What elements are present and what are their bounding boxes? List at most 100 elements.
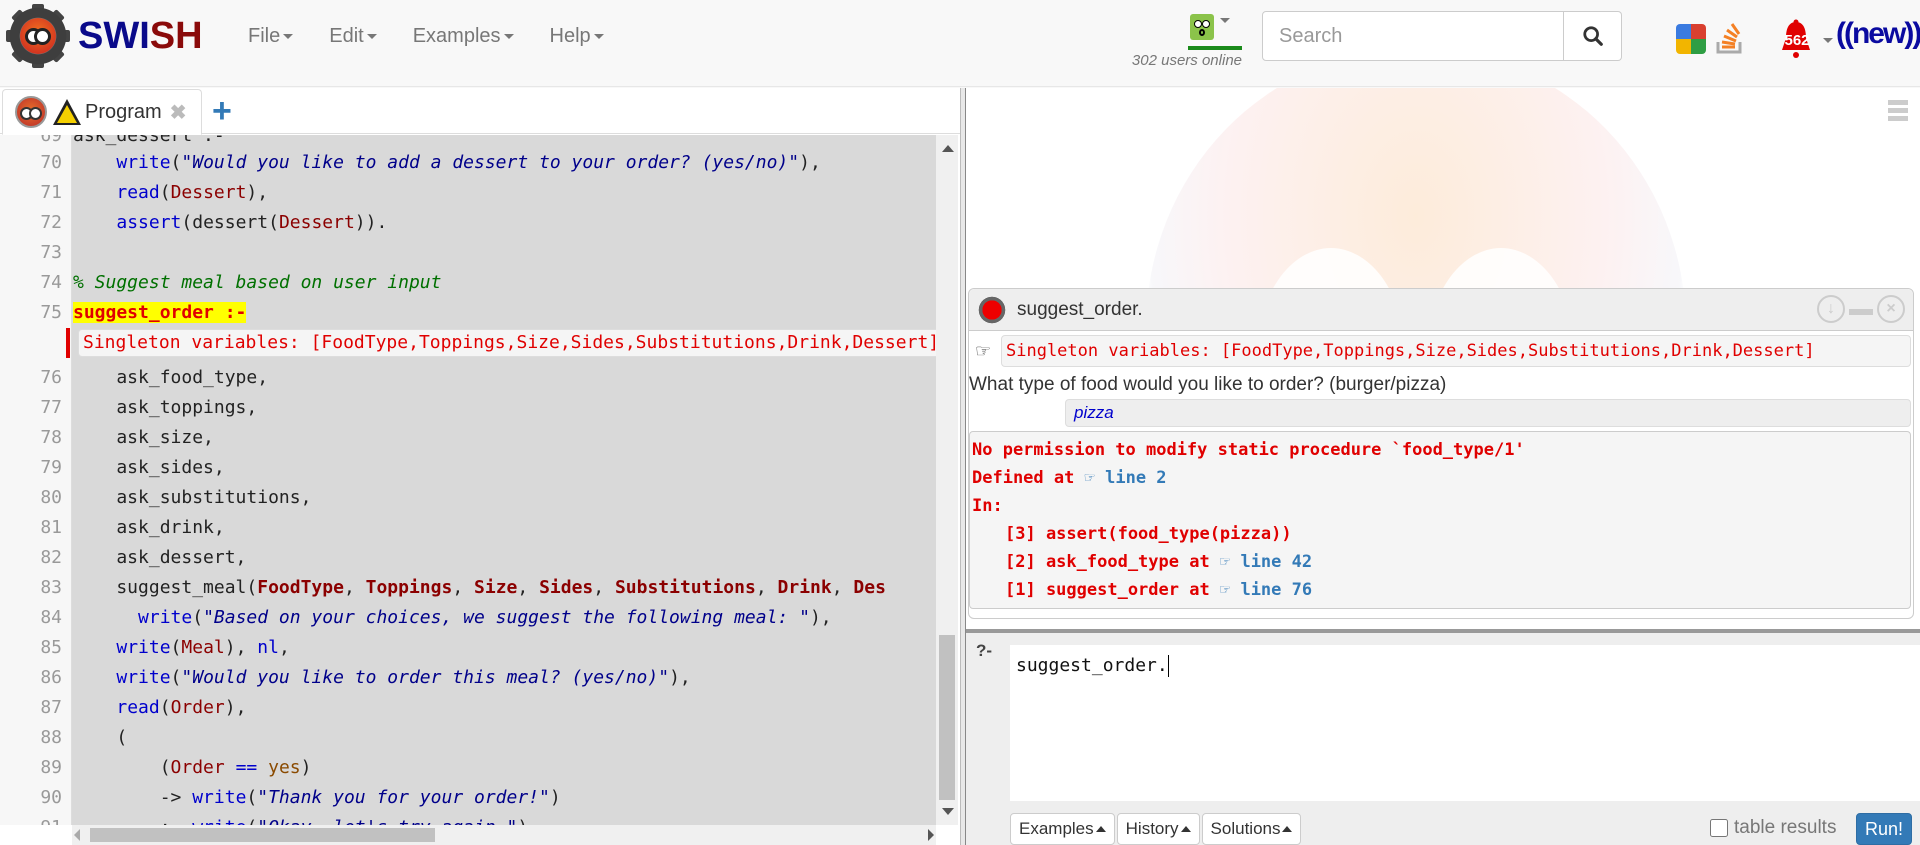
- code-text: ask_size,: [73, 427, 214, 448]
- text-cursor: [1167, 655, 1169, 677]
- singleton-warning: Singleton variables: [FoodType,Toppings,…: [1001, 335, 1911, 367]
- code-text: suggest_order :-: [73, 302, 247, 323]
- line-number: 74: [40, 272, 62, 293]
- download-icon[interactable]: ↓: [1817, 295, 1845, 323]
- editor-vertical-scrollbar[interactable]: [936, 135, 958, 825]
- line-number: 71: [40, 182, 62, 203]
- line-number: 86: [40, 667, 62, 688]
- caret-down-icon: [593, 33, 604, 39]
- tab-bar: Program ✖ +: [0, 88, 960, 135]
- tab-program[interactable]: Program ✖: [2, 89, 202, 135]
- owl-icon: [15, 96, 47, 128]
- code-text: assert(dessert(Dessert)).: [116, 212, 388, 233]
- code-line: 90 -> write("Thank you for your order!"): [0, 783, 940, 813]
- pointing-hand-icon: ☞: [1219, 580, 1231, 600]
- scroll-left-icon[interactable]: [74, 829, 80, 841]
- line-number: 80: [40, 487, 62, 508]
- answer-controls: ↓ ×: [1817, 295, 1905, 323]
- caret-down-icon[interactable]: [1823, 38, 1833, 43]
- scroll-right-icon[interactable]: [928, 829, 934, 841]
- code-text: ask_food_type,: [73, 367, 269, 388]
- add-tab-button[interactable]: +: [212, 94, 232, 128]
- code-line: 89 (Order == yes): [0, 753, 940, 783]
- swish-brand[interactable]: SWISH: [6, 4, 203, 68]
- code-editor[interactable]: 69 ask_dessert :- 70 write("Would you lik…: [0, 135, 940, 825]
- query-area: ?- suggest_order. Examples History Solut…: [966, 629, 1920, 845]
- run-button[interactable]: Run!: [1856, 813, 1913, 845]
- caret-down-icon: [283, 33, 294, 39]
- online-indicator: [1188, 46, 1242, 50]
- table-results-checkbox[interactable]: [1710, 819, 1728, 837]
- scroll-up-icon[interactable]: [942, 145, 954, 152]
- new-badge[interactable]: ((new)): [1836, 17, 1920, 51]
- line-number: 87: [40, 697, 62, 718]
- code-line: 71 read(Dessert),: [0, 178, 940, 208]
- menu-file[interactable]: File: [230, 25, 311, 48]
- search-input[interactable]: [1262, 11, 1564, 61]
- pointing-hand-icon: ☞: [1219, 552, 1231, 572]
- editor-horizontal-scrollbar[interactable]: [72, 825, 936, 845]
- user-input-echo: pizza: [1065, 399, 1911, 427]
- menu-examples[interactable]: Examples: [395, 25, 532, 48]
- error-in-label: In:: [972, 496, 1003, 516]
- users-online-widget[interactable]: 302 users online: [1120, 10, 1242, 72]
- line-number: 78: [40, 427, 62, 448]
- examples-button[interactable]: Examples: [1010, 813, 1115, 845]
- code-line: 81 ask_drink,: [0, 513, 940, 543]
- menu-help[interactable]: Help: [532, 25, 622, 48]
- warning-row: ☞ Singleton variables: [FoodType,Topping…: [969, 333, 1913, 369]
- code-text: read(Order),: [116, 697, 247, 718]
- line-number: 75: [40, 302, 62, 323]
- line-number: 81: [40, 517, 62, 538]
- code-text: ask_substitutions,: [73, 487, 312, 508]
- source-link[interactable]: ☞ line 42: [1220, 552, 1312, 572]
- scrollbar-thumb[interactable]: [90, 828, 435, 842]
- search-button[interactable]: [1564, 11, 1622, 61]
- code-text: ; write("Okay, let's try again."): [72, 813, 529, 825]
- caret-down-icon: [1220, 18, 1230, 23]
- stack-frame: [1] suggest_order at ☞ line 76: [1005, 580, 1313, 600]
- code-line: 88 (: [0, 723, 940, 753]
- close-icon[interactable]: ✖: [170, 100, 187, 125]
- caret-up-icon: [1282, 826, 1293, 832]
- source-link[interactable]: ☞ line 76: [1220, 580, 1312, 600]
- solutions-button[interactable]: Solutions: [1201, 813, 1302, 845]
- user-avatar-icon[interactable]: [1190, 14, 1214, 40]
- history-button[interactable]: History: [1116, 813, 1200, 845]
- code-line: 86 write("Would you like to order this m…: [0, 663, 940, 693]
- google-icon[interactable]: [1676, 24, 1706, 54]
- menu-icon[interactable]: [1888, 100, 1908, 124]
- menu-edit[interactable]: Edit: [311, 25, 394, 48]
- pointing-hand-icon[interactable]: ☞: [975, 341, 1001, 362]
- code-line: 91 ; write("Okay, let's try again."): [0, 813, 940, 825]
- line-number: 70: [40, 152, 62, 173]
- code-line: 75 suggest_order :-: [0, 298, 940, 328]
- line-number: 83: [40, 577, 62, 598]
- code-text: write("Would you like to order this meal…: [116, 667, 691, 688]
- line-number: 85: [40, 637, 62, 658]
- code-text: ask_dessert,: [73, 547, 247, 568]
- code-text: suggest_meal(FoodType, Toppings, Size, S…: [73, 577, 886, 598]
- swish-logo-icon: [6, 4, 70, 68]
- code-text: ask_drink,: [73, 517, 225, 538]
- line-number: 82: [40, 547, 62, 568]
- tab-label: Program: [85, 100, 162, 123]
- error-message-box: No permission to modify static procedure…: [969, 431, 1911, 609]
- close-icon[interactable]: ×: [1877, 295, 1905, 323]
- minimize-icon[interactable]: [1849, 309, 1873, 315]
- warning-marker: [66, 328, 70, 358]
- source-link[interactable]: ☞ line 2: [1085, 468, 1167, 488]
- table-results-toggle[interactable]: table results: [1710, 817, 1836, 839]
- error-message: No permission to modify static procedure…: [972, 440, 1525, 460]
- line-number: 79: [40, 457, 62, 478]
- code-text: read(Dessert),: [116, 182, 269, 203]
- stackoverflow-icon[interactable]: [1712, 20, 1748, 56]
- results-area: suggest_order. ↓ × ☞ Singleton variables…: [966, 88, 1920, 629]
- scrollbar-thumb[interactable]: [939, 635, 955, 800]
- query-editor[interactable]: suggest_order.: [1010, 645, 1920, 801]
- table-results-label: table results: [1734, 817, 1837, 838]
- notification-count: 562: [1784, 32, 1810, 49]
- code-text: (: [73, 727, 128, 748]
- code-line: 80 ask_substitutions,: [0, 483, 940, 513]
- scroll-down-icon[interactable]: [942, 808, 954, 815]
